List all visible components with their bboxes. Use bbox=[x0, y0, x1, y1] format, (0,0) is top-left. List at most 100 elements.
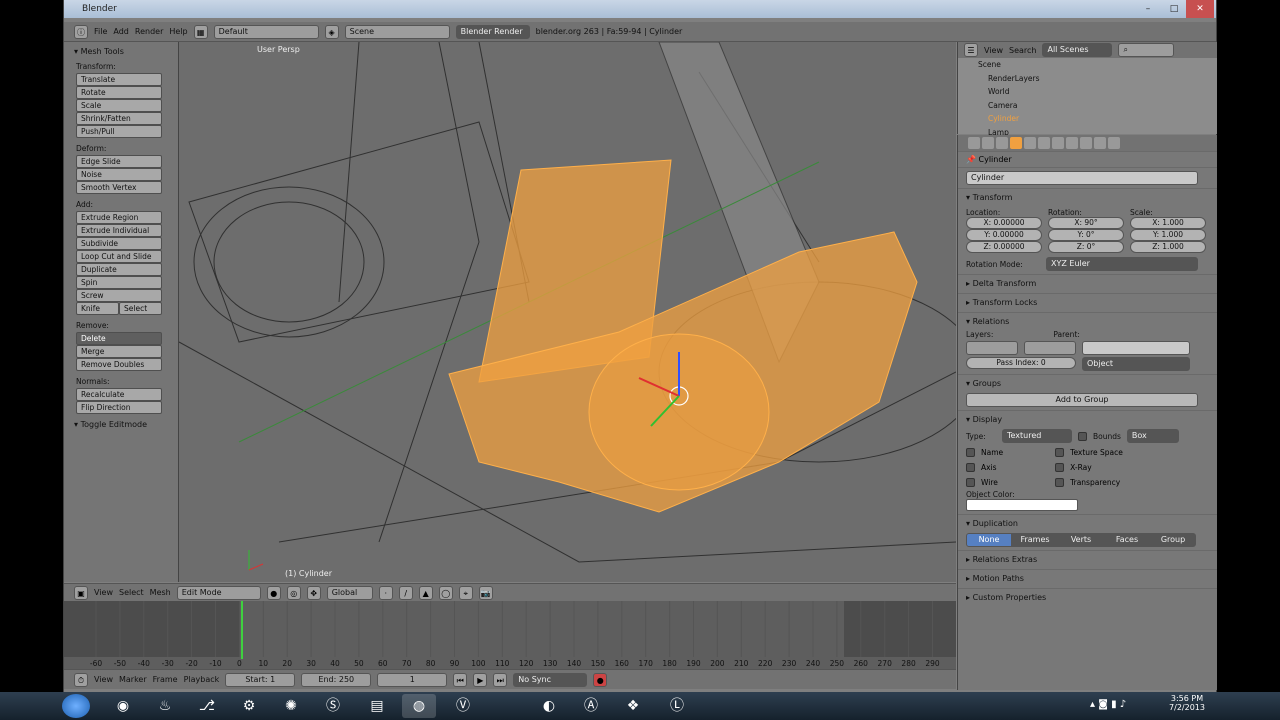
editor-type-icon[interactable]: ⓘ bbox=[74, 24, 88, 39]
duplication-header[interactable]: ▾ Duplication bbox=[966, 518, 1209, 530]
parent-field[interactable] bbox=[1082, 341, 1190, 355]
screw-button[interactable]: Screw bbox=[76, 289, 162, 302]
remove-doubles-button[interactable]: Remove Doubles bbox=[76, 358, 162, 371]
snap-icon[interactable]: ⌖ bbox=[458, 585, 473, 600]
location-z[interactable]: Z: 0.00000 bbox=[966, 241, 1042, 253]
outliner-filter-select[interactable]: All Scenes bbox=[1042, 43, 1113, 57]
scale-y[interactable]: Y: 1.000 bbox=[1130, 229, 1206, 241]
menu-add[interactable]: Add bbox=[113, 27, 129, 36]
manipulator-icon[interactable]: ✥ bbox=[306, 585, 321, 600]
render-engine-select[interactable]: Blender Render bbox=[455, 24, 530, 39]
constraints-tab-icon[interactable] bbox=[1024, 137, 1036, 149]
axis-checkbox[interactable] bbox=[966, 463, 975, 472]
scene-icon[interactable]: ◈ bbox=[324, 24, 339, 39]
layers-grid[interactable] bbox=[966, 341, 1018, 355]
knife-button[interactable]: Knife bbox=[76, 302, 119, 315]
outliner-item-cylinder[interactable]: Cylinder bbox=[958, 112, 1217, 126]
noise-button[interactable]: Noise bbox=[76, 168, 162, 181]
modifiers-tab-icon[interactable] bbox=[1038, 137, 1050, 149]
parent-type-select[interactable]: Object bbox=[1082, 357, 1190, 371]
scene-tab-icon[interactable] bbox=[982, 137, 994, 149]
render-tab-icon[interactable] bbox=[968, 137, 980, 149]
motion-paths-header[interactable]: ▸ Motion Paths bbox=[958, 569, 1217, 588]
face-select-icon[interactable]: ▲ bbox=[418, 585, 433, 600]
menu-mesh[interactable]: Mesh bbox=[150, 588, 171, 597]
add-to-group-button[interactable]: Add to Group bbox=[966, 393, 1198, 407]
relations-extras-header[interactable]: ▸ Relations Extras bbox=[958, 550, 1217, 569]
unity-icon[interactable]: ◐ bbox=[532, 694, 566, 718]
texture-tab-icon[interactable] bbox=[1080, 137, 1092, 149]
flip-direction-button[interactable]: Flip Direction bbox=[76, 401, 162, 414]
xray-row[interactable]: X-Ray bbox=[1055, 460, 1123, 475]
outliner-search-input[interactable]: ⌕ bbox=[1118, 43, 1175, 57]
menu-frame[interactable]: Frame bbox=[153, 675, 178, 684]
transparency-row[interactable]: Transparency bbox=[1055, 475, 1123, 490]
sourcetree-icon[interactable]: ⎇ bbox=[190, 694, 224, 718]
screen-layout-field[interactable]: Default bbox=[213, 24, 319, 39]
editor-type-3d-icon[interactable]: ▣ bbox=[74, 585, 88, 600]
viewport-shading-icon[interactable]: ● bbox=[266, 585, 281, 600]
menu-outliner-search[interactable]: Search bbox=[1009, 46, 1036, 55]
texture-space-row[interactable]: Texture Space bbox=[1055, 445, 1123, 460]
proportional-edit-icon[interactable]: ◯ bbox=[438, 585, 453, 600]
current-frame-field[interactable]: 1 bbox=[377, 672, 448, 687]
dupli-none[interactable]: None bbox=[966, 533, 1012, 547]
editor-type-outliner-icon[interactable]: ☰ bbox=[964, 43, 978, 57]
orientation-select[interactable]: Global bbox=[326, 585, 373, 600]
dupli-group[interactable]: Group bbox=[1150, 533, 1196, 547]
dupli-faces[interactable]: Faces bbox=[1104, 533, 1150, 547]
rotation-mode-select[interactable]: XYZ Euler bbox=[1046, 257, 1198, 271]
custom-properties-header[interactable]: ▸ Custom Properties bbox=[958, 588, 1217, 607]
subdivide-button[interactable]: Subdivide bbox=[76, 237, 162, 250]
translate-button[interactable]: Translate bbox=[76, 73, 162, 86]
display-type-select[interactable]: Textured bbox=[1002, 429, 1072, 443]
screen-layout-icon[interactable]: ▦ bbox=[193, 24, 208, 39]
explorer-icon[interactable]: ▤ bbox=[360, 694, 394, 718]
rotation-z[interactable]: Z: 0° bbox=[1048, 241, 1124, 253]
world-tab-icon[interactable] bbox=[996, 137, 1008, 149]
maximize-button[interactable]: □ bbox=[1162, 0, 1186, 18]
settings-icon[interactable]: ⚙ bbox=[232, 694, 266, 718]
delta-transform-header[interactable]: ▸ Delta Transform bbox=[958, 274, 1217, 293]
rotation-y[interactable]: Y: 0° bbox=[1048, 229, 1124, 241]
toggle-editmode-header[interactable]: ▾ Toggle Editmode bbox=[74, 420, 172, 429]
close-button[interactable]: ✕ bbox=[1186, 0, 1214, 18]
mesh-tools-header[interactable]: ▾ Mesh Tools bbox=[74, 47, 172, 56]
render-preview-icon[interactable]: 📷 bbox=[478, 585, 493, 600]
smooth-vertex-button[interactable]: Smooth Vertex bbox=[76, 181, 162, 194]
object-tab-icon[interactable] bbox=[1010, 137, 1022, 149]
dupli-frames[interactable]: Frames bbox=[1012, 533, 1058, 547]
outliner-item-renderlayers[interactable]: RenderLayers bbox=[958, 72, 1217, 86]
spiral-app-icon[interactable]: ✺ bbox=[274, 694, 308, 718]
tray-icons[interactable]: ▴ ◙ ▮ ♪ bbox=[1090, 699, 1126, 710]
menu-playback[interactable]: Playback bbox=[184, 675, 220, 684]
menu-help[interactable]: Help bbox=[169, 27, 187, 36]
material-tab-icon[interactable] bbox=[1066, 137, 1078, 149]
merge-button[interactable]: Merge bbox=[76, 345, 162, 358]
object-color-swatch[interactable] bbox=[966, 499, 1078, 511]
scale-x[interactable]: X: 1.000 bbox=[1130, 217, 1206, 229]
clock[interactable]: 3:56 PM 7/2/2013 bbox=[1162, 694, 1212, 712]
groups-header[interactable]: ▾ Groups bbox=[966, 378, 1209, 390]
display-header[interactable]: ▾ Display bbox=[966, 414, 1209, 426]
bounds-checkbox[interactable] bbox=[1078, 431, 1087, 441]
transparency-checkbox[interactable] bbox=[1055, 478, 1065, 487]
chrome-icon[interactable]: ◉ bbox=[106, 694, 140, 718]
minimize-button[interactable]: – bbox=[1136, 0, 1160, 18]
blender-taskbar-icon[interactable]: ◍ bbox=[402, 694, 436, 718]
edge-slide-button[interactable]: Edge Slide bbox=[76, 155, 162, 168]
start-button-icon[interactable] bbox=[62, 694, 90, 718]
scale-button[interactable]: Scale bbox=[76, 99, 162, 112]
duplicate-button[interactable]: Duplicate bbox=[76, 263, 162, 276]
shrink-fatten-button[interactable]: Shrink/Fatten bbox=[76, 112, 162, 125]
vectorworks-icon[interactable]: Ⓥ bbox=[446, 694, 480, 718]
play-icon[interactable]: ▶ bbox=[473, 672, 488, 687]
extrude-individual-button[interactable]: Extrude Individual bbox=[76, 224, 162, 237]
menu-render[interactable]: Render bbox=[135, 27, 163, 36]
bounds-type-select[interactable]: Box bbox=[1126, 429, 1179, 443]
outliner-item-world[interactable]: World bbox=[958, 85, 1217, 99]
sync-select[interactable]: No Sync bbox=[513, 672, 588, 687]
outliner-item-scene[interactable]: Scene bbox=[958, 58, 1217, 72]
rotate-button[interactable]: Rotate bbox=[76, 86, 162, 99]
menu-file[interactable]: File bbox=[94, 27, 107, 36]
